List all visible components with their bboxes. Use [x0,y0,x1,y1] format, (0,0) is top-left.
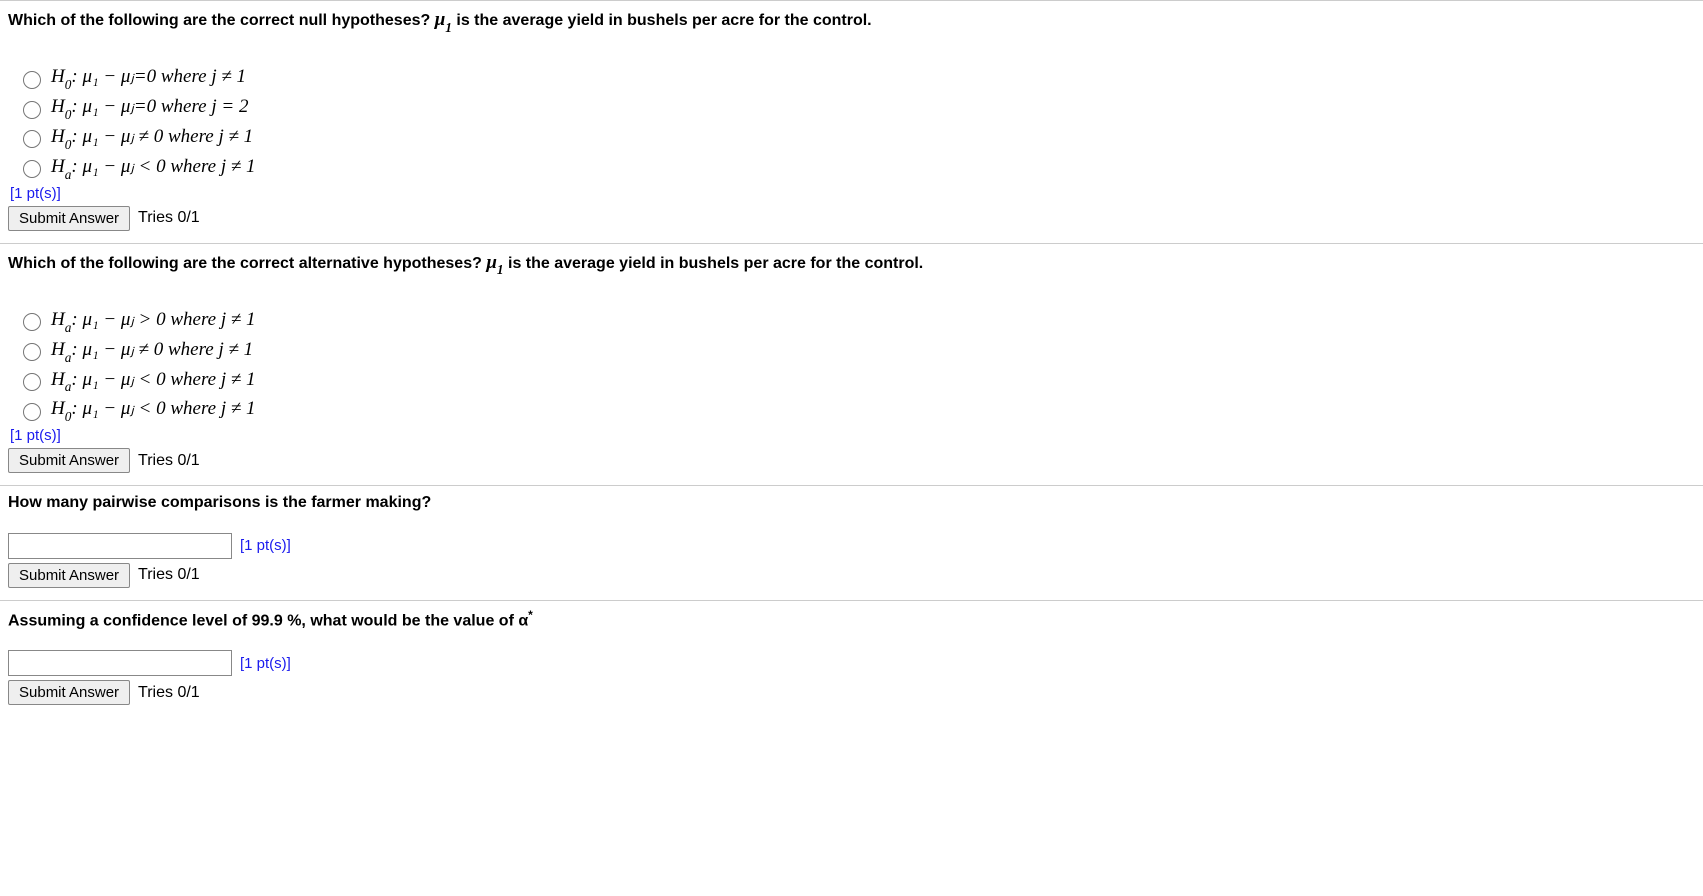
question-alpha-star: Assuming a confidence level of 99.9 %, w… [0,600,1703,718]
tries-label: Tries 0/1 [138,209,200,227]
mu-symbol: μ1 [435,9,452,30]
option-a-text: H0: μ₁ − μⱼ=0 where j ≠ 1 [51,65,246,91]
submit-row: Submit Answer Tries 0/1 [8,448,1695,473]
prompt-text-prefix: Which of the following are the correct a… [8,255,486,272]
answer-input[interactable] [8,533,232,559]
input-row: [1 pt(s)] [8,533,1695,559]
radio-option-d[interactable] [23,403,41,421]
prompt-text-suffix: is the average yield in bushels per acre… [504,255,924,272]
points-label: [1 pt(s)] [10,427,1695,444]
option-d[interactable]: H0: μ₁ − μⱼ < 0 where j ≠ 1 [18,397,1695,423]
points-label: [1 pt(s)] [240,537,291,554]
option-c[interactable]: H0: μ₁ − μⱼ ≠ 0 where j ≠ 1 [18,125,1695,151]
prompt-text-suffix: is the average yield in bushels per acre… [452,12,872,29]
mu-symbol: μ1 [486,252,503,273]
submit-row: Submit Answer Tries 0/1 [8,563,1695,588]
radio-option-b[interactable] [23,343,41,361]
option-a-text: Ha: μ₁ − μⱼ > 0 where j ≠ 1 [51,308,256,334]
option-d-text: H0: μ₁ − μⱼ < 0 where j ≠ 1 [51,397,256,423]
option-c[interactable]: Ha: μ₁ − μⱼ < 0 where j ≠ 1 [18,368,1695,394]
radio-option-c[interactable] [23,373,41,391]
question-prompt: Assuming a confidence level of 99.9 %, w… [8,607,1695,633]
input-row: [1 pt(s)] [8,650,1695,676]
radio-option-c[interactable] [23,130,41,148]
prompt-sup: * [528,608,533,622]
question-alternative-hypotheses: Which of the following are the correct a… [0,243,1703,486]
option-c-text: H0: μ₁ − μⱼ ≠ 0 where j ≠ 1 [51,125,253,151]
option-d[interactable]: Ha: μ₁ − μⱼ < 0 where j ≠ 1 [18,155,1695,181]
submit-answer-button[interactable]: Submit Answer [8,563,130,588]
radio-option-a[interactable] [23,313,41,331]
submit-row: Submit Answer Tries 0/1 [8,206,1695,231]
question-prompt: How many pairwise comparisons is the far… [8,492,1695,514]
submit-row: Submit Answer Tries 0/1 [8,680,1695,705]
question-prompt: Which of the following are the correct n… [8,7,1695,35]
radio-option-d[interactable] [23,160,41,178]
option-d-text: Ha: μ₁ − μⱼ < 0 where j ≠ 1 [51,155,256,181]
points-label: [1 pt(s)] [10,185,1695,202]
submit-answer-button[interactable]: Submit Answer [8,206,130,231]
prompt-text-prefix: Assuming a confidence level of 99.9 %, w… [8,612,528,629]
tries-label: Tries 0/1 [138,684,200,702]
question-null-hypotheses: Which of the following are the correct n… [0,0,1703,243]
radio-option-a[interactable] [23,71,41,89]
option-b[interactable]: Ha: μ₁ − μⱼ ≠ 0 where j ≠ 1 [18,338,1695,364]
tries-label: Tries 0/1 [138,566,200,584]
question-prompt: Which of the following are the correct a… [8,250,1695,278]
option-c-text: Ha: μ₁ − μⱼ < 0 where j ≠ 1 [51,368,256,394]
prompt-text-prefix: Which of the following are the correct n… [8,12,435,29]
tries-label: Tries 0/1 [138,452,200,470]
option-a[interactable]: H0: μ₁ − μⱼ=0 where j ≠ 1 [18,65,1695,91]
option-b-text: Ha: μ₁ − μⱼ ≠ 0 where j ≠ 1 [51,338,253,364]
question-pairwise-comparisons: How many pairwise comparisons is the far… [0,485,1703,599]
options-group: H0: μ₁ − μⱼ=0 where j ≠ 1 H0: μ₁ − μⱼ=0 … [18,65,1695,180]
option-b-text: H0: μ₁ − μⱼ=0 where j = 2 [51,95,248,121]
points-label: [1 pt(s)] [240,655,291,672]
submit-answer-button[interactable]: Submit Answer [8,680,130,705]
option-a[interactable]: Ha: μ₁ − μⱼ > 0 where j ≠ 1 [18,308,1695,334]
option-b[interactable]: H0: μ₁ − μⱼ=0 where j = 2 [18,95,1695,121]
options-group: Ha: μ₁ − μⱼ > 0 where j ≠ 1 Ha: μ₁ − μⱼ … [18,308,1695,423]
answer-input[interactable] [8,650,232,676]
radio-option-b[interactable] [23,101,41,119]
submit-answer-button[interactable]: Submit Answer [8,448,130,473]
